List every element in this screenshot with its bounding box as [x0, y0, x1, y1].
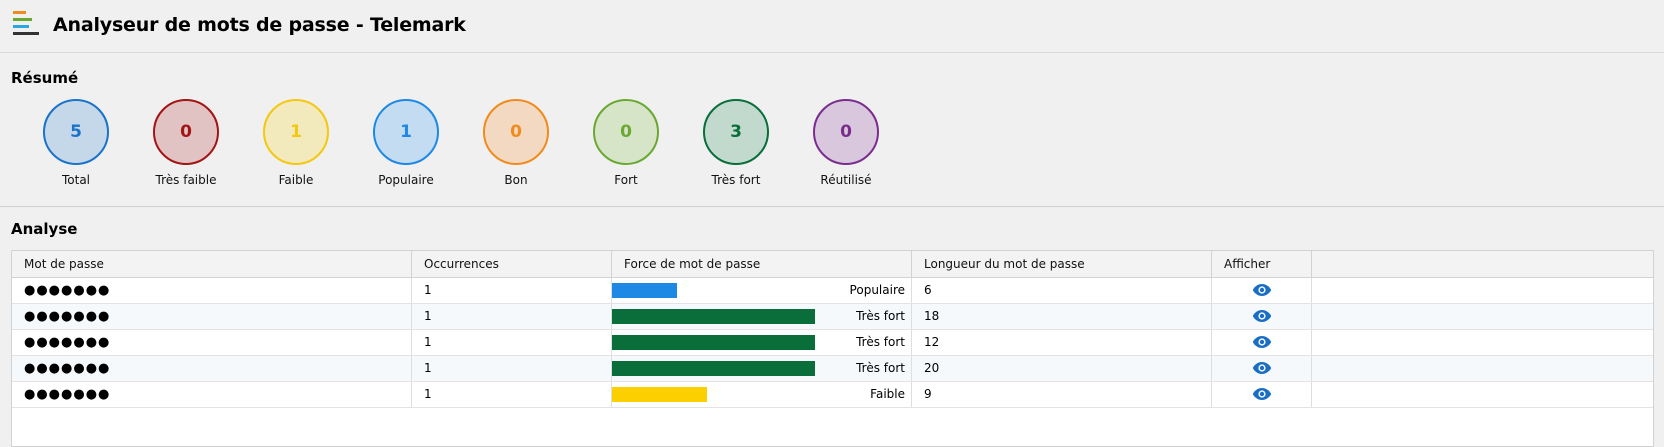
strength-cell: Faible: [612, 382, 912, 407]
stat-label: Faible: [278, 173, 314, 187]
table-row[interactable]: ●●●●●●● 1 Populaire 6: [12, 278, 1653, 304]
occurrences-cell: 1: [412, 278, 612, 303]
password-cell: ●●●●●●●: [12, 356, 412, 381]
table-row[interactable]: ●●●●●●● 1 Très fort 12: [12, 330, 1653, 356]
stat-4: 0 Bon: [461, 99, 571, 187]
show-cell: [1212, 356, 1312, 381]
summary-title: Résumé: [11, 69, 79, 87]
list-lines-icon: [13, 11, 39, 39]
stat-3: 1 Populaire: [351, 99, 461, 187]
strength-label: Très fort: [856, 361, 905, 375]
stat-7: 0 Réutilisé: [791, 99, 901, 187]
show-cell: [1212, 304, 1312, 329]
strength-label: Populaire: [849, 283, 905, 297]
stat-circle: 1: [373, 99, 439, 165]
password-cell: ●●●●●●●: [12, 382, 412, 407]
strength-cell: Très fort: [612, 330, 912, 355]
analysis-table: Mot de passe Occurrences Force de mot de…: [11, 250, 1654, 447]
length-cell: 9: [912, 382, 1212, 407]
show-cell: [1212, 278, 1312, 303]
occurrences-cell: 1: [412, 382, 612, 407]
strength-bar: [612, 361, 815, 376]
table-row[interactable]: ●●●●●●● 1 Très fort 20: [12, 356, 1653, 382]
stat-circle: 1: [263, 99, 329, 165]
stat-label: Fort: [614, 173, 638, 187]
stat-label: Réutilisé: [820, 173, 872, 187]
strength-cell: Très fort: [612, 304, 912, 329]
stat-circle: 5: [43, 99, 109, 165]
stat-label: Populaire: [378, 173, 434, 187]
length-cell: 18: [912, 304, 1212, 329]
stat-label: Très fort: [711, 173, 761, 187]
column-header-length[interactable]: Longueur du mot de passe: [912, 251, 1212, 277]
strength-cell: Populaire: [612, 278, 912, 303]
summary-stats: 5 Total 0 Très faible 1 Faible 1 Populaire 0 Bon 0…: [0, 99, 1664, 189]
window-title: Analyseur de mots de passe - Telemark: [53, 14, 466, 36]
table-row[interactable]: ●●●●●●● 1 Faible 9: [12, 382, 1653, 408]
strength-label: Très fort: [856, 309, 905, 323]
password-cell: ●●●●●●●: [12, 330, 412, 355]
eye-icon[interactable]: [1252, 361, 1272, 375]
length-cell: 12: [912, 330, 1212, 355]
stat-1: 0 Très faible: [131, 99, 241, 187]
stat-circle: 0: [593, 99, 659, 165]
occurrences-cell: 1: [412, 330, 612, 355]
stat-circle: 0: [813, 99, 879, 165]
column-header-password[interactable]: Mot de passe: [12, 251, 412, 277]
column-header-strength[interactable]: Force de mot de passe: [612, 251, 912, 277]
password-cell: ●●●●●●●: [12, 278, 412, 303]
stat-circle: 3: [703, 99, 769, 165]
table-header: Mot de passe Occurrences Force de mot de…: [12, 251, 1653, 278]
password-cell: ●●●●●●●: [12, 304, 412, 329]
stat-5: 0 Fort: [571, 99, 681, 187]
eye-icon[interactable]: [1252, 309, 1272, 323]
eye-icon[interactable]: [1252, 335, 1272, 349]
stat-0: 5 Total: [21, 99, 131, 187]
column-header-occurrences[interactable]: Occurrences: [412, 251, 612, 277]
strength-label: Faible: [870, 387, 905, 401]
stat-label: Bon: [504, 173, 528, 187]
eye-icon[interactable]: [1252, 387, 1272, 401]
show-cell: [1212, 330, 1312, 355]
length-cell: 20: [912, 356, 1212, 381]
occurrences-cell: 1: [412, 356, 612, 381]
show-cell: [1212, 382, 1312, 407]
title-bar: Analyseur de mots de passe - Telemark: [0, 0, 1664, 53]
section-divider: [0, 206, 1664, 207]
strength-cell: Très fort: [612, 356, 912, 381]
strength-label: Très fort: [856, 335, 905, 349]
stat-2: 1 Faible: [241, 99, 351, 187]
stat-label: Total: [61, 173, 91, 187]
stat-6: 3 Très fort: [681, 99, 791, 187]
length-cell: 6: [912, 278, 1212, 303]
column-header-show[interactable]: Afficher: [1212, 251, 1312, 277]
strength-bar: [612, 283, 677, 298]
stat-circle: 0: [483, 99, 549, 165]
eye-icon[interactable]: [1252, 283, 1272, 297]
stat-circle: 0: [153, 99, 219, 165]
analysis-title: Analyse: [11, 220, 78, 238]
strength-bar: [612, 335, 815, 350]
table-body: ●●●●●●● 1 Populaire 6 ●●●●●●● 1 Très fort 18 ●●●…: [12, 278, 1653, 408]
strength-bar: [612, 387, 707, 402]
stat-label: Très faible: [155, 173, 217, 187]
occurrences-cell: 1: [412, 304, 612, 329]
table-row[interactable]: ●●●●●●● 1 Très fort 18: [12, 304, 1653, 330]
strength-bar: [612, 309, 815, 324]
